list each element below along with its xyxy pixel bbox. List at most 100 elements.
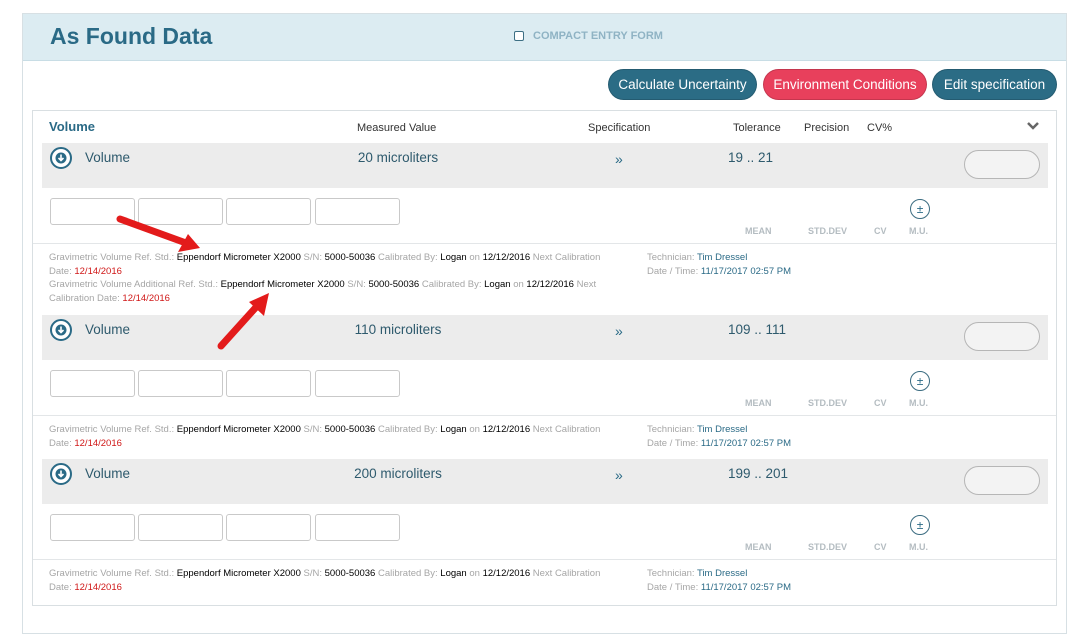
- cal-by-label: Calibrated By:: [421, 279, 482, 290]
- tolerance-value: 19 .. 21: [728, 150, 774, 165]
- next-cal-date: 12/14/2016: [74, 437, 122, 449]
- reading-input-2[interactable]: [138, 198, 223, 225]
- col-specification: Specification: [588, 122, 651, 134]
- technician-name: Tim Dressel: [697, 252, 748, 263]
- technician-info: Technician: Tim Dressel Date / Time: 11/…: [647, 251, 847, 278]
- expand-down-icon[interactable]: [50, 319, 72, 341]
- measured-value: 20 microliters: [357, 150, 439, 165]
- calculate-uncertainty-button[interactable]: Calculate Uncertainty: [608, 69, 757, 100]
- col-cv: CV%: [867, 122, 893, 134]
- compact-entry-checkbox[interactable]: [514, 31, 524, 41]
- tolerance-value: 109 .. 111: [728, 322, 787, 337]
- technician-name: Tim Dressel: [697, 424, 748, 435]
- reading-input-3[interactable]: [226, 370, 311, 397]
- technician-label: Technician:: [647, 424, 695, 435]
- reading-input-4[interactable]: [315, 514, 400, 541]
- col-precision: Precision: [804, 122, 850, 134]
- result-pill[interactable]: [964, 322, 1040, 351]
- row-label: Volume: [85, 466, 131, 481]
- reference-info: Gravimetric Volume Ref. Std.: Eppendorf …: [49, 423, 639, 450]
- cv-label: CV: [874, 398, 887, 408]
- row-label: Volume: [85, 322, 131, 337]
- mean-label: MEAN: [745, 226, 772, 236]
- reading-input-3[interactable]: [226, 514, 311, 541]
- plus-minus-icon[interactable]: ±: [910, 515, 930, 535]
- datetime-value: 11/17/2017 02:57 PM: [700, 581, 792, 593]
- datetime-label: Date / Time:: [647, 437, 699, 449]
- cal-by-value: Logan: [484, 279, 511, 290]
- spec-link[interactable]: »: [615, 323, 623, 339]
- date-label: Date:: [49, 581, 72, 593]
- page-title: As Found Data: [50, 23, 213, 49]
- sn-label: S/N:: [303, 252, 322, 263]
- next-cal-label: Next Calibration: [532, 252, 601, 263]
- date-label: Date:: [49, 265, 72, 277]
- environment-conditions-button[interactable]: Environment Conditions: [763, 69, 927, 100]
- compact-entry-toggle[interactable]: COMPACT ENTRY FORM: [514, 30, 663, 42]
- panel-header: As Found Data COMPACT ENTRY FORM: [23, 14, 1066, 61]
- mu-label: M.U.: [909, 542, 928, 552]
- row-label: Volume: [85, 150, 131, 165]
- reading-input-1[interactable]: [50, 370, 135, 397]
- reading-input-2[interactable]: [138, 370, 223, 397]
- divider: [33, 243, 1056, 244]
- on-label: on: [513, 279, 524, 290]
- reading-input-4[interactable]: [315, 198, 400, 225]
- result-pill[interactable]: [964, 150, 1040, 179]
- reading-input-4[interactable]: [315, 370, 400, 397]
- add-ref-device: Eppendorf Micrometer X2000: [220, 279, 345, 290]
- reading-input-3[interactable]: [226, 198, 311, 225]
- ref-device: Eppendorf Micrometer X2000: [176, 424, 301, 435]
- group-header-volume: Volume: [49, 119, 95, 134]
- col-tolerance: Tolerance: [733, 122, 781, 134]
- measurement-row: Volume 20 microliters » 19 .. 21: [42, 143, 1048, 188]
- edit-specification-button[interactable]: Edit specification: [932, 69, 1057, 100]
- on-label: on: [469, 424, 480, 435]
- chevron-down-icon[interactable]: [1026, 121, 1040, 131]
- divider: [33, 415, 1056, 416]
- sn-label: S/N:: [303, 424, 322, 435]
- next-cal-date: 12/14/2016: [122, 292, 170, 304]
- cv-label: CV: [874, 226, 887, 236]
- cal-by-label: Calibrated By:: [377, 568, 438, 579]
- sn-value: 5000-50036: [324, 424, 376, 435]
- reference-info: Gravimetric Volume Ref. Std.: Eppendorf …: [49, 567, 639, 594]
- plus-minus-icon[interactable]: ±: [910, 371, 930, 391]
- mean-label: MEAN: [745, 542, 772, 552]
- expand-down-icon[interactable]: [50, 147, 72, 169]
- stddev-label: STD.DEV: [808, 542, 848, 552]
- reading-input-2[interactable]: [138, 514, 223, 541]
- cal-by-label: Calibrated By:: [377, 424, 438, 435]
- cal-by-label: Calibrated By:: [377, 252, 438, 263]
- next-cal-label: Next Calibration: [532, 568, 601, 579]
- cal-by-value: Logan: [440, 252, 467, 263]
- technician-label: Technician:: [647, 252, 695, 263]
- measured-value: 200 microliters: [354, 466, 442, 481]
- sn-label: S/N:: [347, 279, 366, 290]
- reading-input-1[interactable]: [50, 198, 135, 225]
- result-pill[interactable]: [964, 466, 1040, 495]
- cal-date: 12/12/2016: [482, 568, 531, 579]
- next-cal-date: 12/14/2016: [74, 265, 122, 277]
- ref-device: Eppendorf Micrometer X2000: [176, 252, 301, 263]
- datetime-value: 11/17/2017 02:57 PM: [700, 437, 792, 449]
- mean-label: MEAN: [745, 398, 772, 408]
- spec-link[interactable]: »: [615, 151, 623, 167]
- mu-label: M.U.: [909, 398, 928, 408]
- next-cal-label: Next Calibration: [532, 424, 601, 435]
- cal-date-label: Calibration Date:: [49, 292, 120, 304]
- cv-label: CV: [874, 542, 887, 552]
- reading-input-1[interactable]: [50, 514, 135, 541]
- ref-std-label: Gravimetric Volume Ref. Std.:: [49, 252, 175, 263]
- datetime-label: Date / Time:: [647, 581, 699, 593]
- sn-label: S/N:: [303, 568, 322, 579]
- stddev-label: STD.DEV: [808, 398, 848, 408]
- spec-link[interactable]: »: [615, 467, 623, 483]
- sn-value: 5000-50036: [324, 252, 376, 263]
- on-label: on: [469, 568, 480, 579]
- add-ref-std-label: Gravimetric Volume Additional Ref. Std.:: [49, 279, 218, 290]
- next-cal-date: 12/14/2016: [74, 581, 122, 593]
- plus-minus-icon[interactable]: ±: [910, 199, 930, 219]
- expand-down-icon[interactable]: [50, 463, 72, 485]
- technician-name: Tim Dressel: [697, 568, 748, 579]
